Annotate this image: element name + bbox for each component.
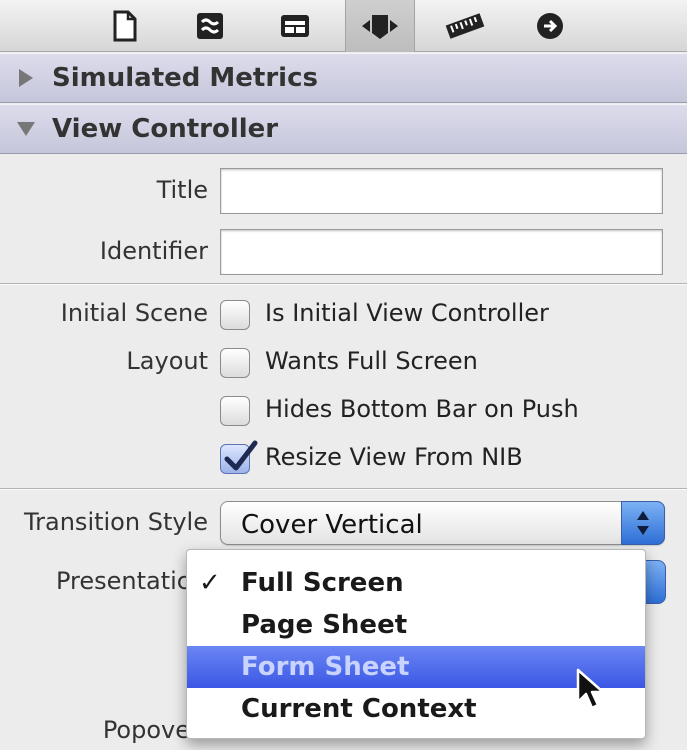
checkmark-icon: ✓ bbox=[199, 568, 221, 598]
inspector-toolbar bbox=[0, 0, 687, 52]
mouse-cursor-icon bbox=[576, 668, 605, 710]
identity-icon[interactable] bbox=[260, 0, 330, 52]
section-title: View Controller bbox=[52, 114, 279, 144]
simulated-metrics-header[interactable]: Simulated Metrics bbox=[0, 53, 687, 103]
disclosure-collapsed-icon[interactable] bbox=[0, 68, 52, 88]
menu-item-label: Full Screen bbox=[241, 568, 404, 598]
menu-item-label: Current Context bbox=[241, 694, 477, 724]
identifier-label: Identifier bbox=[99, 237, 208, 265]
title-label: Title bbox=[156, 176, 208, 204]
resize-view-label[interactable]: Resize View From NIB bbox=[265, 443, 523, 471]
initial-scene-label: Initial Scene bbox=[60, 299, 208, 327]
checkmark-icon bbox=[224, 440, 258, 471]
hides-bottom-bar-label[interactable]: Hides Bottom Bar on Push bbox=[265, 395, 579, 423]
is-initial-label[interactable]: Is Initial View Controller bbox=[265, 299, 549, 327]
size-ruler-icon[interactable] bbox=[430, 0, 500, 52]
section-title: Simulated Metrics bbox=[52, 63, 318, 93]
hides-bottom-bar-checkbox[interactable] bbox=[220, 396, 250, 426]
wants-full-screen-label[interactable]: Wants Full Screen bbox=[265, 347, 478, 375]
popover-label: Popove bbox=[102, 716, 190, 744]
file-icon[interactable] bbox=[90, 0, 160, 52]
popup-stepper-icon[interactable] bbox=[621, 501, 665, 545]
presentation-label: Presentatic bbox=[55, 567, 190, 595]
layout-label: Layout bbox=[126, 347, 208, 375]
divider bbox=[0, 284, 687, 285]
menu-item-page-sheet[interactable]: Page Sheet bbox=[187, 604, 645, 646]
transition-style-popup[interactable]: Cover Vertical bbox=[220, 501, 665, 545]
menu-item-full-screen[interactable]: ✓ Full Screen bbox=[187, 562, 645, 604]
transition-style-label: Transition Style bbox=[24, 508, 208, 536]
is-initial-checkbox[interactable] bbox=[220, 300, 250, 330]
view-controller-header[interactable]: View Controller bbox=[0, 104, 687, 154]
quick-help-icon[interactable] bbox=[175, 0, 245, 52]
connections-icon[interactable] bbox=[515, 0, 585, 52]
menu-item-label: Page Sheet bbox=[241, 610, 408, 640]
title-field[interactable] bbox=[220, 168, 663, 214]
wants-full-screen-checkbox[interactable] bbox=[220, 348, 250, 378]
identifier-field[interactable] bbox=[220, 229, 663, 275]
disclosure-expanded-icon[interactable] bbox=[0, 120, 52, 138]
resize-view-checkbox[interactable] bbox=[220, 440, 258, 474]
attributes-icon[interactable] bbox=[345, 0, 415, 52]
menu-item-label: Form Sheet bbox=[241, 652, 410, 682]
transition-style-value: Cover Vertical bbox=[241, 510, 423, 540]
divider bbox=[0, 489, 687, 490]
